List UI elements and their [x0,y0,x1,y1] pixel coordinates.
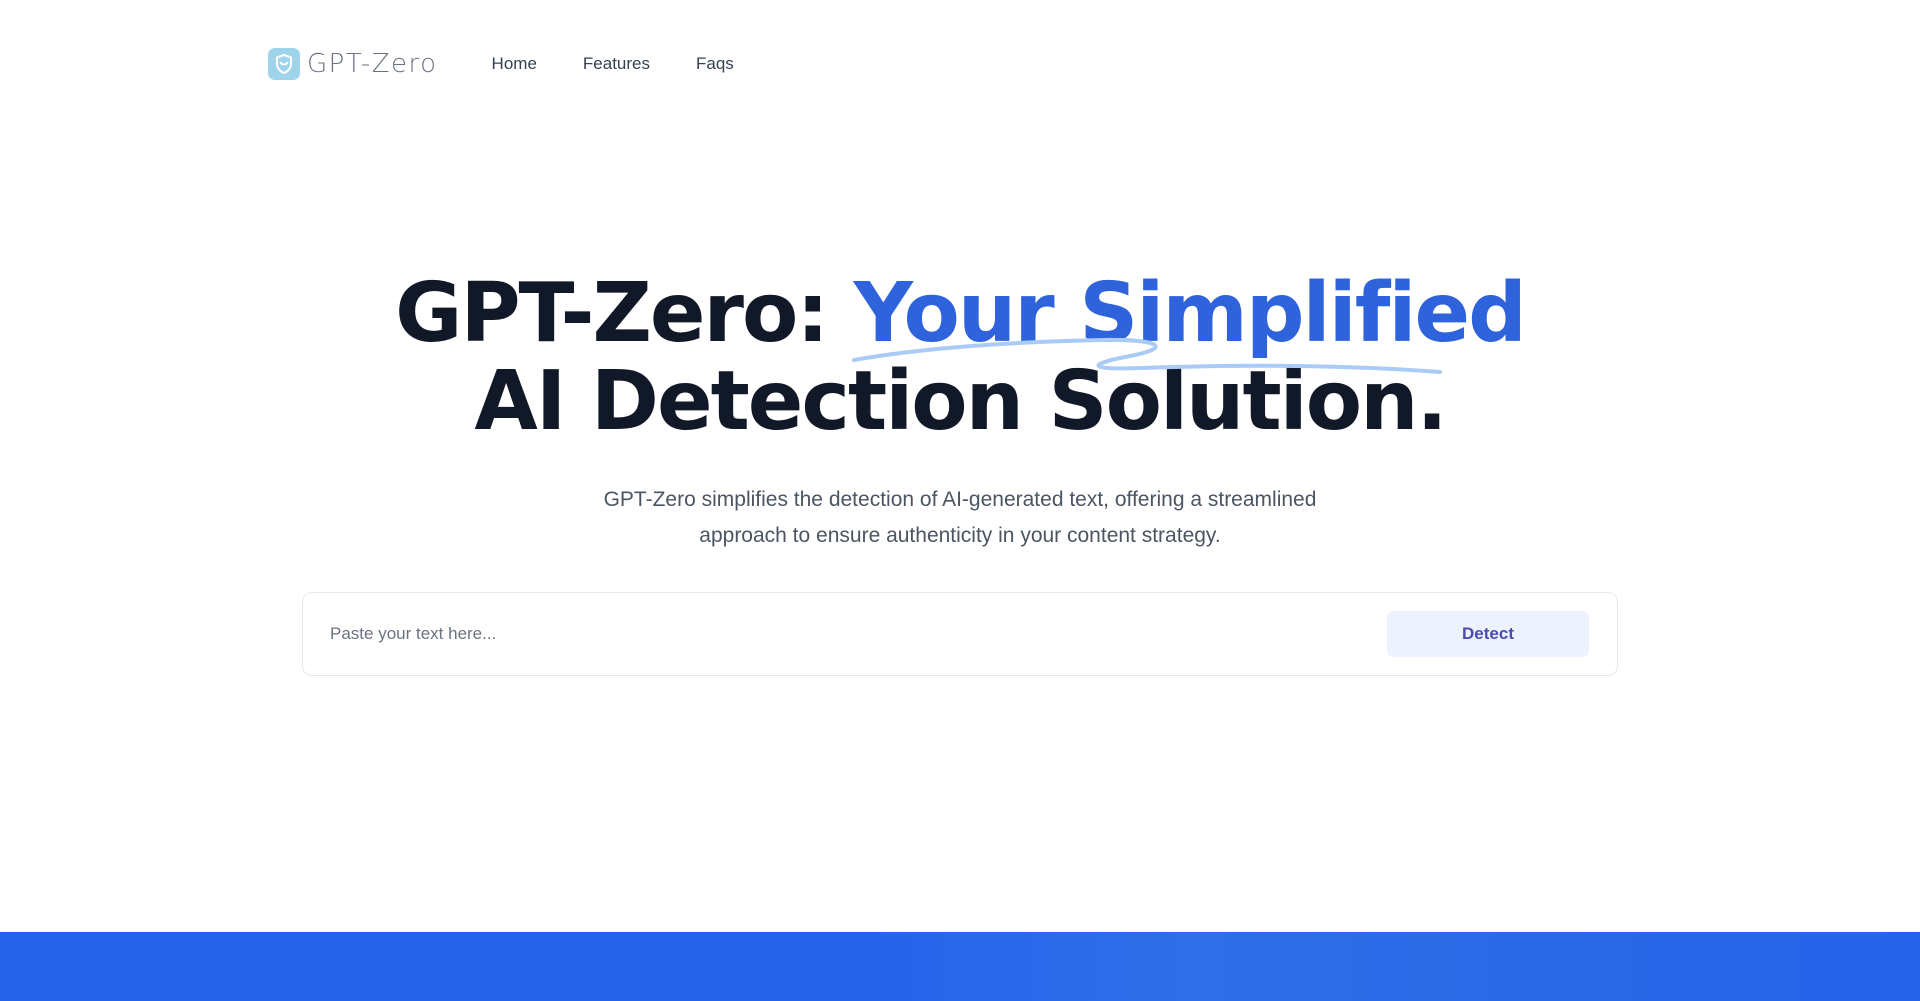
nav-link-faqs[interactable]: Faqs [696,54,734,74]
detector-form: Detect [302,592,1618,676]
hero-title: GPT-Zero: Your Simplified AI Detection S… [0,270,1920,446]
footer-band [0,932,1920,1001]
hero-title-accent: Your Simplified [853,266,1527,361]
main-nav: Home Features Faqs [492,54,734,74]
nav-link-home[interactable]: Home [492,54,537,74]
shield-icon [268,48,300,80]
hero-title-line-2: AI Detection Solution. [474,354,1447,449]
nav-link-features[interactable]: Features [583,54,650,74]
hero-title-accent-wrap: Your Simplified [851,270,1527,374]
detect-button[interactable]: Detect [1387,611,1589,657]
hero-title-line-1: GPT-Zero: Your Simplified [0,270,1920,374]
hero-section: GPT-Zero: Your Simplified AI Detection S… [0,270,1920,554]
hero-subtitle: GPT-Zero simplifies the detection of AI-… [603,488,1317,547]
logo-text: GPT-Zero [307,49,438,79]
site-header: GPT-Zero Home Features Faqs [268,44,734,84]
logo-link[interactable]: GPT-Zero [268,48,438,80]
hero-title-lead: GPT-Zero: [395,266,854,361]
text-input[interactable] [330,624,1387,644]
